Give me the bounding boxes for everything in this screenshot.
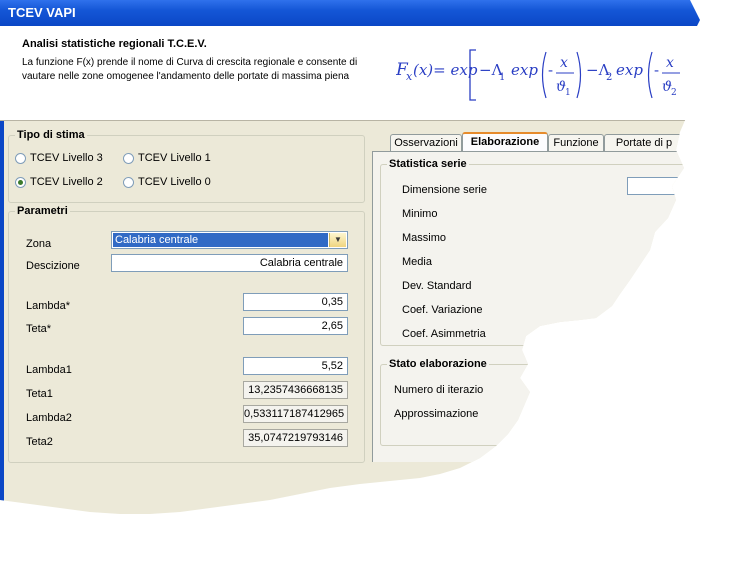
descrizione-label: Descizione (26, 260, 80, 272)
teta-star-label: Teta* (26, 323, 52, 335)
stat-coef-asimmetria-label: Coef. Asimmetria (402, 328, 486, 340)
window-left-border (0, 121, 4, 501)
formula-frac2-den-sub: 2 (671, 88, 677, 98)
radio-circle-icon[interactable] (123, 176, 134, 188)
teta2-field: 35,0747219793146 (243, 429, 348, 447)
radio-tcev-livello-0[interactable]: TCEV Livello 0 (123, 176, 211, 188)
formula-paren-right-1 (576, 51, 582, 99)
radio-label: TCEV Livello 3 (30, 152, 103, 164)
formula-term1-sub: 1 (499, 72, 505, 83)
formula-paren-left-2 (647, 51, 653, 99)
tipo-stima-label: Tipo di stima (15, 129, 87, 141)
stato-elaborazione-label: Stato elaborazione (387, 358, 489, 370)
tab-portate[interactable]: Portate di p (604, 134, 684, 151)
formula-lhs-sub: x (406, 70, 413, 83)
radio-tcev-livello-2[interactable]: TCEV Livello 2 (15, 176, 103, 188)
formula-exp2: exp (616, 61, 643, 79)
lambda2-label: Lambda2 (26, 412, 72, 424)
formula-frac2-num: x (666, 55, 674, 71)
formula-lhs-arg: (x)= exp (413, 61, 478, 79)
lambda-star-label: Lambda* (26, 300, 71, 312)
header-description: La funzione F(x) prende il nome di Curva… (22, 57, 358, 82)
radio-circle-icon[interactable] (15, 152, 26, 164)
zona-label: Zona (26, 238, 52, 250)
application-window: TCEV VAPI Analisi statistiche regionali … (0, 0, 700, 514)
zona-selected-value: Calabria centrale (113, 233, 328, 247)
teta1-label: Teta1 (26, 388, 53, 400)
formula-frac1-num: x (560, 55, 568, 71)
teta-star-field[interactable]: 2,65 (243, 317, 348, 335)
statistica-serie-label: Statistica serie (387, 158, 469, 170)
tipo-stima-group: Tipo di stima (8, 129, 365, 203)
formula-frac1-den-sub: 1 (565, 88, 571, 98)
radio-label: TCEV Livello 2 (30, 176, 103, 188)
stato-approssimazione-label: Approssimazione (394, 408, 479, 420)
formula-paren-left-1 (541, 51, 547, 99)
parametri-label: Parametri (15, 205, 70, 217)
stat-dev-standard-label: Dev. Standard (402, 280, 472, 292)
teta1-field: 13,2357436668135 (243, 381, 348, 399)
formula-minus-1: - (548, 61, 553, 79)
formula-exp1: exp (511, 61, 538, 79)
tab-funzione[interactable]: Funzione (548, 134, 604, 151)
stat-dimensione-serie-field[interactable] (627, 177, 687, 195)
stat-media-label: Media (402, 256, 432, 268)
radio-tcev-livello-1[interactable]: TCEV Livello 1 (123, 152, 211, 164)
stat-dimensione-serie-label: Dimensione serie (402, 184, 487, 196)
window-title: TCEV VAPI (0, 0, 700, 26)
lambda1-field[interactable]: 5,52 (243, 357, 348, 375)
lambda2-field: 0,533117187412965 (243, 405, 348, 423)
zona-select[interactable]: Calabria centrale ▼ (111, 231, 348, 249)
stato-elaborazione-group: Stato elaborazione (380, 358, 700, 446)
tab-osservazioni[interactable]: Osservazioni (390, 134, 462, 151)
tab-elaborazione[interactable]: Elaborazione (462, 132, 548, 152)
radio-tcev-livello-3[interactable]: TCEV Livello 3 (15, 152, 103, 164)
lambda1-label: Lambda1 (26, 364, 72, 376)
formula-term2-sub: 2 (606, 72, 612, 83)
lambda-star-field[interactable]: 0,35 (243, 293, 348, 311)
radio-selected-icon[interactable] (15, 176, 26, 188)
stat-minimo-label: Minimo (402, 208, 438, 220)
radio-label: TCEV Livello 0 (138, 176, 211, 188)
radio-circle-icon[interactable] (123, 152, 134, 164)
stat-massimo-label: Massimo (402, 232, 447, 244)
stat-coef-variazione-label: Coef. Variazione (402, 304, 483, 316)
stato-numero-iterazioni-label: Numero di iterazio (394, 384, 484, 396)
descrizione-field[interactable]: Calabria centrale (111, 254, 348, 272)
formula-image: F x (x)= exp −Λ 1 exp - x ϑ 1 −Λ 2 exp -… (396, 49, 680, 101)
teta2-label: Teta2 (26, 436, 53, 448)
chevron-down-icon[interactable]: ▼ (329, 233, 346, 247)
header-panel: Analisi statistiche regionali T.C.E.V. L… (0, 26, 700, 121)
radio-label: TCEV Livello 1 (138, 152, 211, 164)
header-title: Analisi statistiche regionali T.C.E.V. (22, 38, 207, 50)
formula-minus-2: - (654, 61, 659, 79)
